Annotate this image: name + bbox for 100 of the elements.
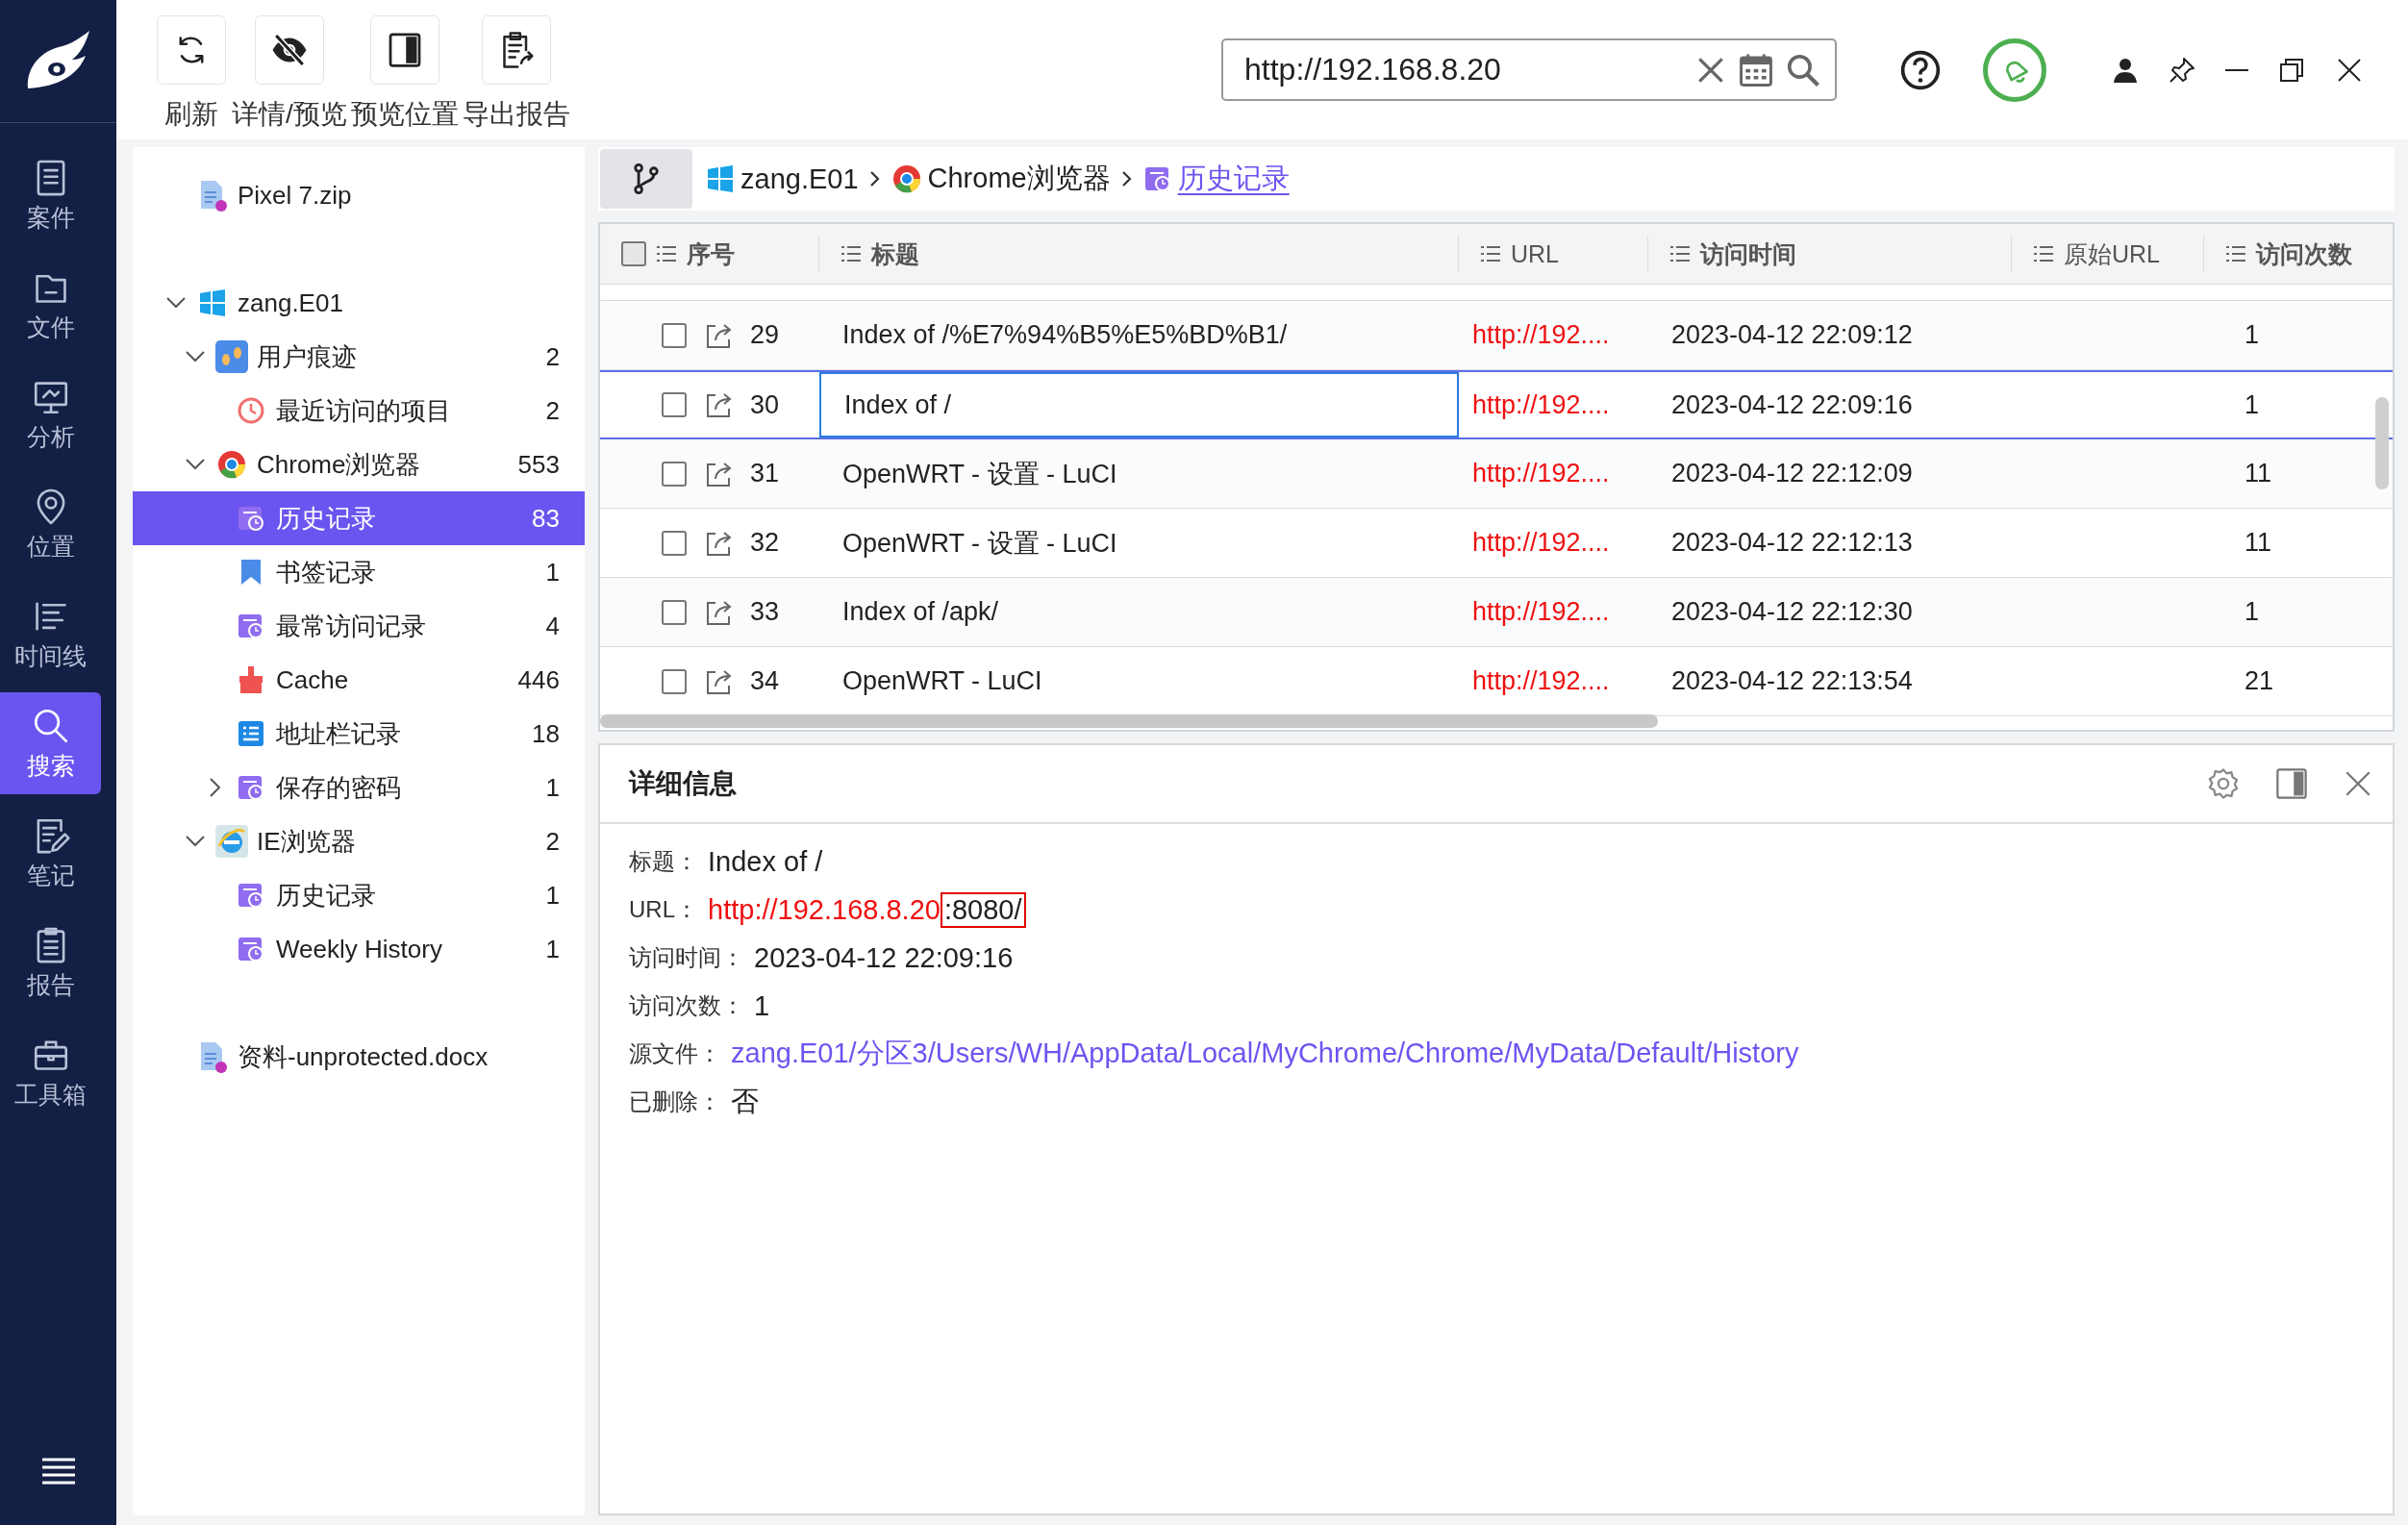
tree-item[interactable]: Pixel 7.zip	[133, 168, 585, 222]
tree-item[interactable]: 最常访问记录 4	[133, 599, 585, 653]
nav-item[interactable]: 案件	[0, 144, 101, 246]
field-label: URL：	[629, 895, 698, 924]
toolbar-button[interactable]: 详情/预览	[232, 15, 347, 133]
search-field[interactable]: http://192.168.8.20	[1221, 38, 1837, 101]
table-cell: 32	[750, 528, 780, 558]
toolbar-button[interactable]: 预览位置	[350, 15, 459, 133]
tree-item[interactable]: IE浏览器 2	[133, 814, 585, 868]
column-header[interactable]: 访问次数	[2256, 238, 2352, 270]
tree-item[interactable]: 书签记录 1	[133, 545, 585, 599]
bookmark-icon	[238, 558, 263, 587]
table-row[interactable]: 33 Index of /apk/ http://192.... 2023-04-12 22:12:30 1	[600, 578, 2393, 647]
table-cell: 1	[2245, 389, 2260, 420]
clock-icon	[236, 395, 266, 426]
user-icon	[2112, 56, 2139, 84]
table-cell: 31	[750, 459, 780, 488]
scrollbar[interactable]	[600, 714, 1658, 728]
tree-item[interactable]: 历史记录 1	[133, 868, 585, 922]
checkbox[interactable]	[662, 668, 687, 694]
calendar-icon	[1737, 51, 1775, 88]
field-value: 1	[754, 989, 770, 1022]
tree-item[interactable]: 地址栏记录 18	[133, 707, 585, 761]
nav-item[interactable]: 位置	[0, 473, 101, 575]
scrollbar[interactable]	[2375, 397, 2389, 489]
nav-item[interactable]: 分析	[0, 363, 101, 465]
url-link[interactable]: http://192....	[1472, 389, 1610, 420]
url-link[interactable]: http://192....	[1472, 597, 1610, 627]
table-cell: 1	[2245, 597, 2260, 627]
table-row[interactable]: 31 OpenWRT - 设置 - LuCI http://192.... 2023-04-12 22:12:09 11	[600, 439, 2393, 509]
checkbox[interactable]	[662, 530, 687, 556]
column-header[interactable]: 标题	[871, 238, 919, 270]
table-row[interactable]: 30 Index of / http://192.... 2023-04-12 22:09:16 1	[600, 370, 2393, 439]
file-path-link[interactable]: zang.E01/分区3/Users/WH/AppData/Local/MyChrome/Chrome/MyData/Default/History	[731, 1035, 1799, 1073]
checkbox[interactable]	[662, 461, 687, 487]
checkbox[interactable]	[662, 392, 687, 417]
history-icon	[237, 504, 265, 533]
field-label: 访问时间：	[629, 943, 744, 972]
tree-item[interactable]: 用户痕迹 2	[133, 330, 585, 384]
table-cell: 11	[2245, 459, 2272, 488]
settings-icon	[2206, 766, 2241, 801]
checkbox[interactable]	[621, 241, 646, 266]
list-icon	[1669, 245, 1691, 262]
breadcrumb-item[interactable]: Chrome浏览器	[890, 160, 1111, 198]
table-cell-text: OpenWRT - 设置 - LuCI	[842, 527, 1117, 560]
column-header[interactable]: 原始URL	[2064, 238, 2160, 270]
table-cell: 2023-04-12 22:09:12	[1671, 320, 1913, 350]
document-icon	[198, 179, 227, 212]
nav-item[interactable]: 文件	[0, 254, 101, 356]
table-cell: 1	[2245, 320, 2260, 350]
chevron-right-icon	[867, 169, 882, 188]
branch-button[interactable]	[600, 149, 692, 209]
field-label: 源文件：	[629, 1039, 721, 1068]
tree-item[interactable]: 最近访问的项目 2	[133, 384, 585, 438]
tree-item[interactable]: 保存的密码 1	[133, 761, 585, 814]
list-icon	[2033, 245, 2054, 262]
tree-item[interactable]: 历史记录 83	[133, 491, 585, 545]
table-cell: 29	[750, 320, 780, 350]
field-value: Index of /	[708, 845, 823, 878]
table-cell: 2023-04-12 22:12:30	[1671, 597, 1913, 627]
url-link[interactable]: http://192....	[1472, 528, 1610, 558]
url-link[interactable]: http://192.168.8.20	[708, 893, 941, 926]
search-input[interactable]: http://192.168.8.20	[1244, 52, 1685, 88]
url-link[interactable]: http://192....	[1472, 320, 1610, 350]
table-cell: 2023-04-12 22:12:09	[1671, 459, 1913, 488]
menu-icon	[39, 1456, 77, 1487]
column-header[interactable]: 序号	[687, 238, 735, 270]
tree-item[interactable]: Chrome浏览器 553	[133, 438, 585, 491]
table-cell: 2023-04-12 22:13:54	[1671, 666, 1913, 696]
checkbox[interactable]	[662, 322, 687, 348]
tree-item[interactable]: 资料-unprotected.docx	[133, 1030, 585, 1084]
url-link[interactable]: http://192....	[1472, 459, 1610, 488]
nav-item[interactable]: 时间线	[0, 583, 101, 685]
checkbox[interactable]	[662, 599, 687, 625]
breadcrumb-item[interactable]: 历史记录	[1142, 160, 1290, 198]
nav-item[interactable]: 搜索	[0, 692, 101, 794]
toolbar-button[interactable]: 导出报告	[462, 15, 570, 133]
nav-item[interactable]: 工具箱	[0, 1021, 101, 1123]
nav-item[interactable]: 笔记	[0, 802, 101, 904]
nav-item[interactable]: 报告	[0, 912, 101, 1013]
help-icon	[1900, 49, 1941, 90]
table-cell: 34	[750, 666, 780, 696]
tree-item[interactable]: Cache 446	[133, 653, 585, 707]
list-icon	[840, 245, 862, 262]
tree-item[interactable]: Weekly History 1	[133, 922, 585, 976]
table-cell: Index of /	[844, 389, 952, 420]
table-cell: Index of /%E7%94%B5%E5%BD%B1/	[842, 320, 1288, 350]
table-cell: OpenWRT - LuCI	[842, 666, 1042, 696]
breadcrumb-item[interactable]: zang.E01	[706, 162, 859, 195]
list-icon	[656, 245, 677, 262]
minimize-icon	[2225, 68, 2248, 71]
windows-icon	[198, 288, 227, 317]
column-header[interactable]: URL	[1511, 239, 1559, 268]
table-row[interactable]: 29 Index of /%E7%94%B5%E5%BD%B1/ http://192.... 2023-04-12 22:09:12 1	[600, 301, 2393, 370]
tree-item[interactable]: zang.E01	[133, 276, 585, 330]
column-header[interactable]: 访问时间	[1700, 238, 1796, 270]
document-icon	[198, 1040, 227, 1073]
url-link[interactable]: http://192....	[1472, 666, 1610, 696]
highlighted-text: :8080/	[940, 891, 1026, 928]
table-cell: 21	[2245, 666, 2274, 696]
